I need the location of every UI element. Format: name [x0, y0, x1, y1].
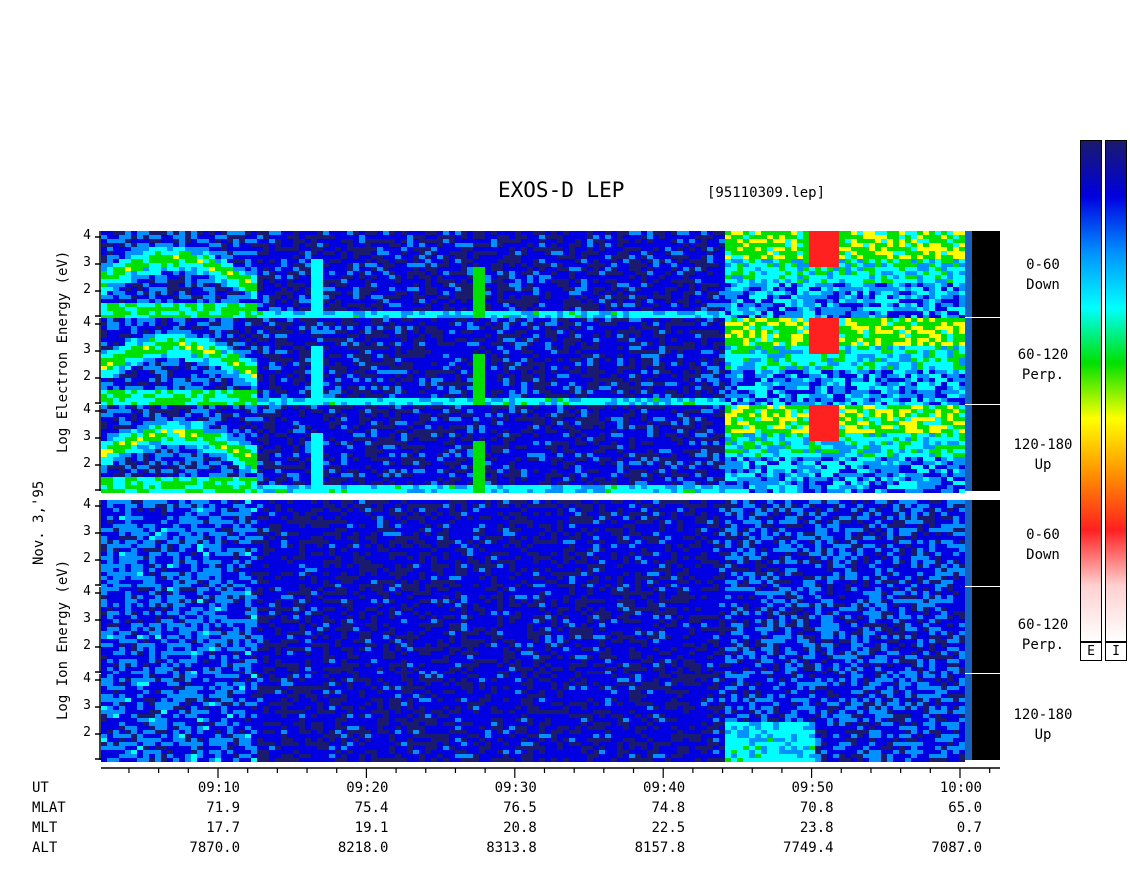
table-cell-alt: 8157.8 [634, 840, 686, 856]
y-tick-label: 4 [83, 497, 91, 512]
table-cell-ut: 09:10 [197, 780, 240, 796]
panel-label-electron-down: 0-60 Down [1026, 257, 1060, 293]
y-tick-label: 3 [83, 429, 91, 444]
y-tick-label: 4 [83, 228, 91, 243]
table-cell-ut: 09:40 [643, 780, 686, 796]
table-cell-mlt: 23.8 [799, 820, 834, 836]
spectrogram-panel-2 [101, 318, 972, 406]
y-tick-label: 2 [83, 282, 91, 297]
table-cell-mlt: 19.1 [354, 820, 389, 836]
table-cell-mlat: 75.4 [354, 800, 389, 816]
table-cell-ut: 09:50 [791, 780, 834, 796]
table-cell-mlt: 17.7 [206, 820, 240, 836]
y-tick-label: 3 [83, 611, 91, 626]
data-gap-block [972, 587, 1000, 673]
spectrogram-panel-6 [101, 674, 972, 762]
y-tick-label: 2 [83, 369, 91, 384]
table-cell-mlat: 71.9 [206, 800, 240, 816]
table-cell-mlat: 74.8 [651, 800, 686, 816]
table-cell-alt: 7749.4 [783, 840, 834, 856]
panel-label-electron-up: 120-180 Up [1013, 437, 1073, 473]
y-tick-label: 2 [83, 456, 91, 471]
table-cell-mlt: 22.5 [651, 820, 686, 836]
colorbar-label-i: I [1105, 642, 1127, 661]
spectrogram-plot [95, 231, 1000, 778]
data-gap-block [972, 405, 1000, 491]
date-label: Nov. 3,'95 [31, 480, 47, 565]
data-gap-block [972, 674, 1000, 760]
y-tick-label: 2 [83, 638, 91, 653]
table-cell-mlat: 70.8 [799, 800, 834, 816]
panel-label-ion-perp: 60-120 Perp. [1017, 617, 1069, 653]
table-cell-alt: 7087.0 [931, 840, 982, 856]
y-tick-label: 4 [83, 402, 91, 417]
spectrogram-panel-3 [101, 405, 972, 493]
y-tick-label: 3 [83, 524, 91, 539]
table-cell-ut: 10:00 [939, 780, 982, 796]
table-cell-alt: 7870.0 [189, 840, 240, 856]
colorbar-ion [1105, 140, 1127, 642]
panel-label-electron-perp: 60-120 Perp. [1017, 347, 1069, 383]
y-tick-label: 4 [83, 315, 91, 330]
table-cell-alt: 8313.8 [486, 840, 537, 856]
table-cell-mlt: 0.7 [956, 820, 982, 836]
y-tick-label: 3 [83, 342, 91, 357]
table-cell-ut: 09:30 [494, 780, 537, 796]
data-gap-block [972, 500, 1000, 586]
spectrogram-panel-1 [101, 231, 972, 319]
y-tick-label: 3 [83, 255, 91, 270]
y-tick-label: 4 [83, 584, 91, 599]
spectrogram-panel-5 [101, 587, 972, 675]
y-tick-label: 4 [83, 671, 91, 686]
y-tick-label: 2 [83, 551, 91, 566]
table-cell-alt: 8218.0 [337, 840, 389, 856]
table-cell-mlat: 65.0 [948, 800, 982, 816]
row-label-mlt: MLT [32, 820, 58, 836]
table-cell-ut: 09:20 [346, 780, 389, 796]
table-cell-mlt: 20.8 [503, 820, 537, 836]
table-cell-mlat: 76.5 [503, 800, 537, 816]
colorbar-electron [1080, 140, 1102, 642]
row-label-alt: ALT [32, 840, 58, 856]
spectrogram-panel-4 [101, 500, 972, 588]
row-label-ut: UT [32, 780, 49, 796]
ion-axis-title: Log Ion Energy (eV) [55, 559, 71, 720]
data-gap-block [972, 231, 1000, 317]
panel-label-ion-up: 120-180 Up [1013, 707, 1073, 743]
electron-axis-title: Log Electron Energy (eV) [55, 250, 71, 453]
panel-label-ion-down: 0-60 Down [1026, 527, 1060, 563]
row-label-mlat: MLAT [32, 800, 66, 816]
y-tick-label: 3 [83, 698, 91, 713]
y-tick-label: 2 [83, 725, 91, 740]
colorbar-label-e: E [1080, 642, 1102, 661]
data-gap-block [972, 318, 1000, 404]
